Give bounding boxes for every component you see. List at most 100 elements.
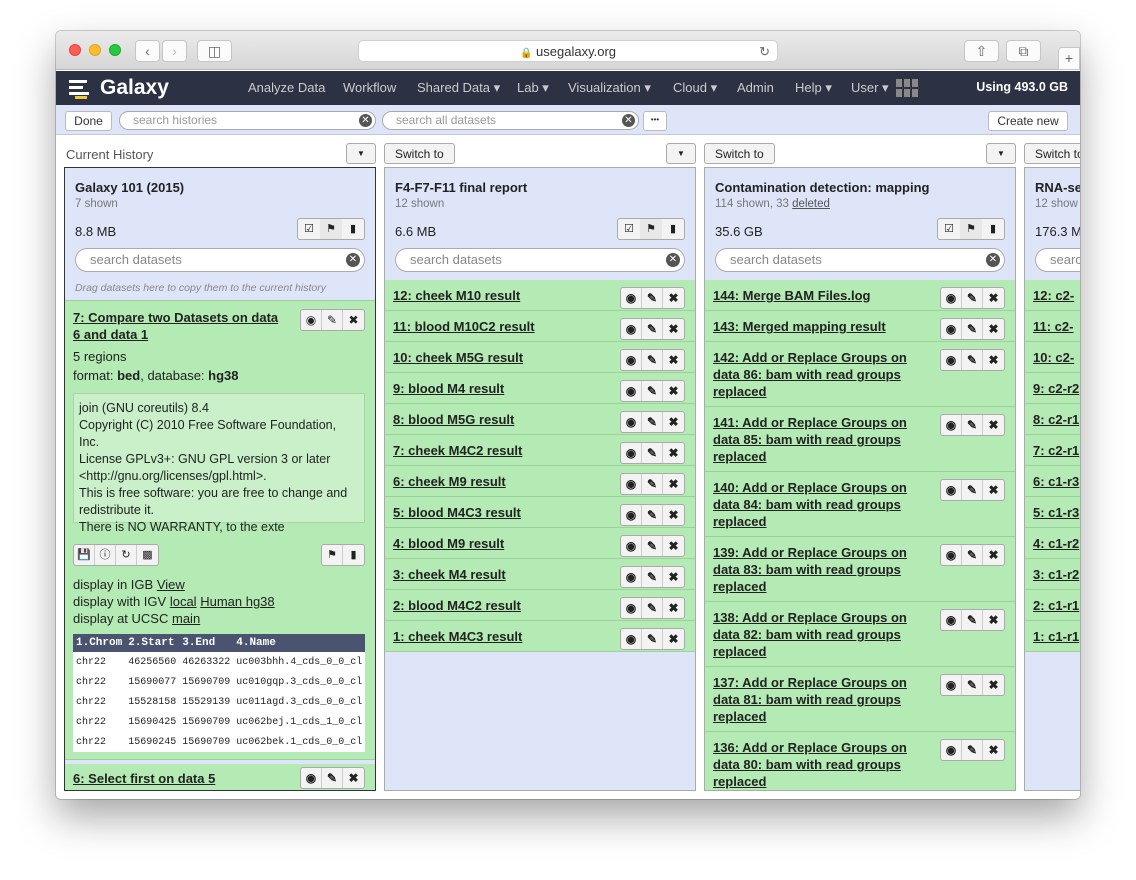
dataset-title[interactable]: 10: c2- <box>1033 350 1074 365</box>
dataset-item[interactable]: 7: c2-r1 <box>1025 435 1080 466</box>
pencil-icon[interactable]: ✎ <box>962 740 983 760</box>
eye-icon[interactable]: ◉ <box>621 412 642 432</box>
eye-icon[interactable]: ◉ <box>621 474 642 494</box>
apps-grid-icon[interactable] <box>896 79 918 97</box>
save-icon[interactable]: 💾 <box>74 545 95 565</box>
eye-icon[interactable]: ◉ <box>941 480 962 500</box>
eye-icon[interactable]: ◉ <box>941 350 962 370</box>
comment-icon[interactable]: ▮ <box>342 219 364 239</box>
eye-icon[interactable]: ◉ <box>941 610 962 630</box>
delete-icon[interactable]: ✖ <box>663 412 684 432</box>
nav-workflow[interactable]: Workflow <box>343 80 396 95</box>
dataset-title[interactable]: 5: blood M4C3 result <box>393 505 521 520</box>
tag-icon[interactable]: ⚑ <box>320 219 342 239</box>
dataset-item[interactable]: 3: cheek M4 result ◉ ✎ ✖ <box>385 559 695 590</box>
dataset-title[interactable]: 1: c1-r1 <box>1033 629 1079 644</box>
column-options-dropdown[interactable]: ▼ <box>346 143 376 164</box>
delete-icon[interactable]: ✖ <box>663 350 684 370</box>
nav-shared-data[interactable]: Shared Data ▾ <box>417 80 500 96</box>
delete-icon[interactable]: ✖ <box>983 480 1004 500</box>
history-title[interactable]: RNA-se <box>1035 180 1080 195</box>
search-datasets-field[interactable]: search datasets ✕ <box>395 248 685 272</box>
dataset-item[interactable]: 138: Add or Replace Groups on data 82: b… <box>705 602 1015 667</box>
dataset-title[interactable]: 7: c2-r1 <box>1033 443 1079 458</box>
dataset-title[interactable]: 9: c2-r2 <box>1033 381 1079 396</box>
pencil-icon[interactable]: ✎ <box>322 768 343 788</box>
dataset-title[interactable]: 12: cheek M10 result <box>393 288 520 303</box>
dataset-title[interactable]: 11: c2- <box>1033 319 1073 334</box>
pencil-icon[interactable]: ✎ <box>642 443 663 463</box>
dataset-item[interactable]: 5: blood M4C3 result ◉ ✎ ✖ <box>385 497 695 528</box>
reload-icon[interactable]: ↻ <box>759 41 770 62</box>
delete-icon[interactable]: ✖ <box>663 319 684 339</box>
dataset-item[interactable]: 2: blood M4C2 result ◉ ✎ ✖ <box>385 590 695 621</box>
ucsc-main-link[interactable]: main <box>172 611 200 626</box>
pencil-icon[interactable]: ✎ <box>642 536 663 556</box>
dataset-item[interactable]: 139: Add or Replace Groups on data 83: b… <box>705 537 1015 602</box>
eye-icon[interactable]: ◉ <box>621 536 642 556</box>
search-datasets-input[interactable]: search all datasets ✕ <box>382 111 639 130</box>
eye-icon[interactable]: ◉ <box>621 629 642 649</box>
pencil-icon[interactable]: ✎ <box>642 474 663 494</box>
delete-icon[interactable]: ✖ <box>983 350 1004 370</box>
delete-icon[interactable]: ✖ <box>663 381 684 401</box>
dataset-title[interactable]: 5: c1-r3 <box>1033 505 1079 520</box>
eye-icon[interactable]: ◉ <box>621 381 642 401</box>
dataset-item[interactable]: 4: c1-r2 <box>1025 528 1080 559</box>
delete-icon[interactable]: ✖ <box>983 740 1004 760</box>
tag-icon[interactable]: ⚑ <box>640 219 662 239</box>
eye-icon[interactable]: ◉ <box>301 768 322 788</box>
dataset-item[interactable]: 8: c2-r1 <box>1025 404 1080 435</box>
nav-visualization[interactable]: Visualization ▾ <box>568 80 651 96</box>
igb-view-link[interactable]: View <box>157 577 185 592</box>
close-window-button[interactable] <box>69 44 81 56</box>
igv-human-link[interactable]: Human hg38 <box>200 594 274 609</box>
address-bar[interactable]: 🔒 usegalaxy.org ↻ <box>358 40 778 62</box>
dataset-title[interactable]: 6: Select first on data 5 <box>73 771 215 786</box>
comment-icon[interactable]: ▮ <box>343 545 364 565</box>
dataset-title[interactable]: 11: blood M10C2 result <box>393 319 535 334</box>
dataset-item[interactable]: 6: Select first on data 5 ◉ ✎ ✖ <box>65 764 375 790</box>
pencil-icon[interactable]: ✎ <box>962 288 983 308</box>
pencil-icon[interactable]: ✎ <box>962 610 983 630</box>
dataset-title[interactable]: 1: cheek M4C3 result <box>393 629 522 644</box>
delete-icon[interactable]: ✖ <box>983 610 1004 630</box>
dataset-item[interactable]: 141: Add or Replace Groups on data 85: b… <box>705 407 1015 472</box>
dataset-title[interactable]: 9: blood M4 result <box>393 381 504 396</box>
dataset-title[interactable]: 10: cheek M5G result <box>393 350 523 365</box>
search-datasets-field[interactable]: search datasets ✕ <box>75 248 365 272</box>
pencil-icon[interactable]: ✎ <box>642 598 663 618</box>
dataset-title[interactable]: 7: cheek M4C2 result <box>393 443 522 458</box>
back-icon[interactable]: ‹ <box>135 40 160 62</box>
sidebar-icon[interactable]: ◫ <box>197 40 232 62</box>
info-icon[interactable]: ⓘ <box>95 545 116 565</box>
eye-icon[interactable]: ◉ <box>621 288 642 308</box>
delete-icon[interactable]: ✖ <box>343 310 364 330</box>
search-datasets-field[interactable]: searc <box>1035 248 1080 272</box>
dataset-title[interactable]: 136: Add or Replace Groups on data 80: b… <box>713 740 907 789</box>
eye-icon[interactable]: ◉ <box>941 319 962 339</box>
dataset-item[interactable]: 1: c1-r1 <box>1025 621 1080 652</box>
tag-icon[interactable]: ⚑ <box>322 545 343 565</box>
search-histories-input[interactable]: search histories ✕ <box>119 111 376 130</box>
eye-icon[interactable]: ◉ <box>941 288 962 308</box>
pencil-icon[interactable]: ✎ <box>322 310 343 330</box>
dataset-title[interactable]: 2: blood M4C2 result <box>393 598 521 613</box>
dataset-title[interactable]: 141: Add or Replace Groups on data 85: b… <box>713 415 907 464</box>
pencil-icon[interactable]: ✎ <box>642 319 663 339</box>
dataset-item[interactable]: 10: c2- <box>1025 342 1080 373</box>
dataset-title[interactable]: 6: cheek M9 result <box>393 474 506 489</box>
eye-icon[interactable]: ◉ <box>941 545 962 565</box>
dataset-item[interactable]: 142: Add or Replace Groups on data 86: b… <box>705 342 1015 407</box>
eye-icon[interactable]: ◉ <box>621 319 642 339</box>
dataset-item[interactable]: 5: c1-r3 <box>1025 497 1080 528</box>
galaxy-logo-icon[interactable] <box>69 79 89 99</box>
nav-lab[interactable]: Lab ▾ <box>517 80 549 96</box>
more-options-button[interactable]: ••• <box>643 111 667 131</box>
pencil-icon[interactable]: ✎ <box>642 567 663 587</box>
delete-icon[interactable]: ✖ <box>663 474 684 494</box>
dataset-item[interactable]: 6: cheek M9 result ◉ ✎ ✖ <box>385 466 695 497</box>
eye-icon[interactable]: ◉ <box>621 443 642 463</box>
delete-icon[interactable]: ✖ <box>983 288 1004 308</box>
delete-icon[interactable]: ✖ <box>983 319 1004 339</box>
